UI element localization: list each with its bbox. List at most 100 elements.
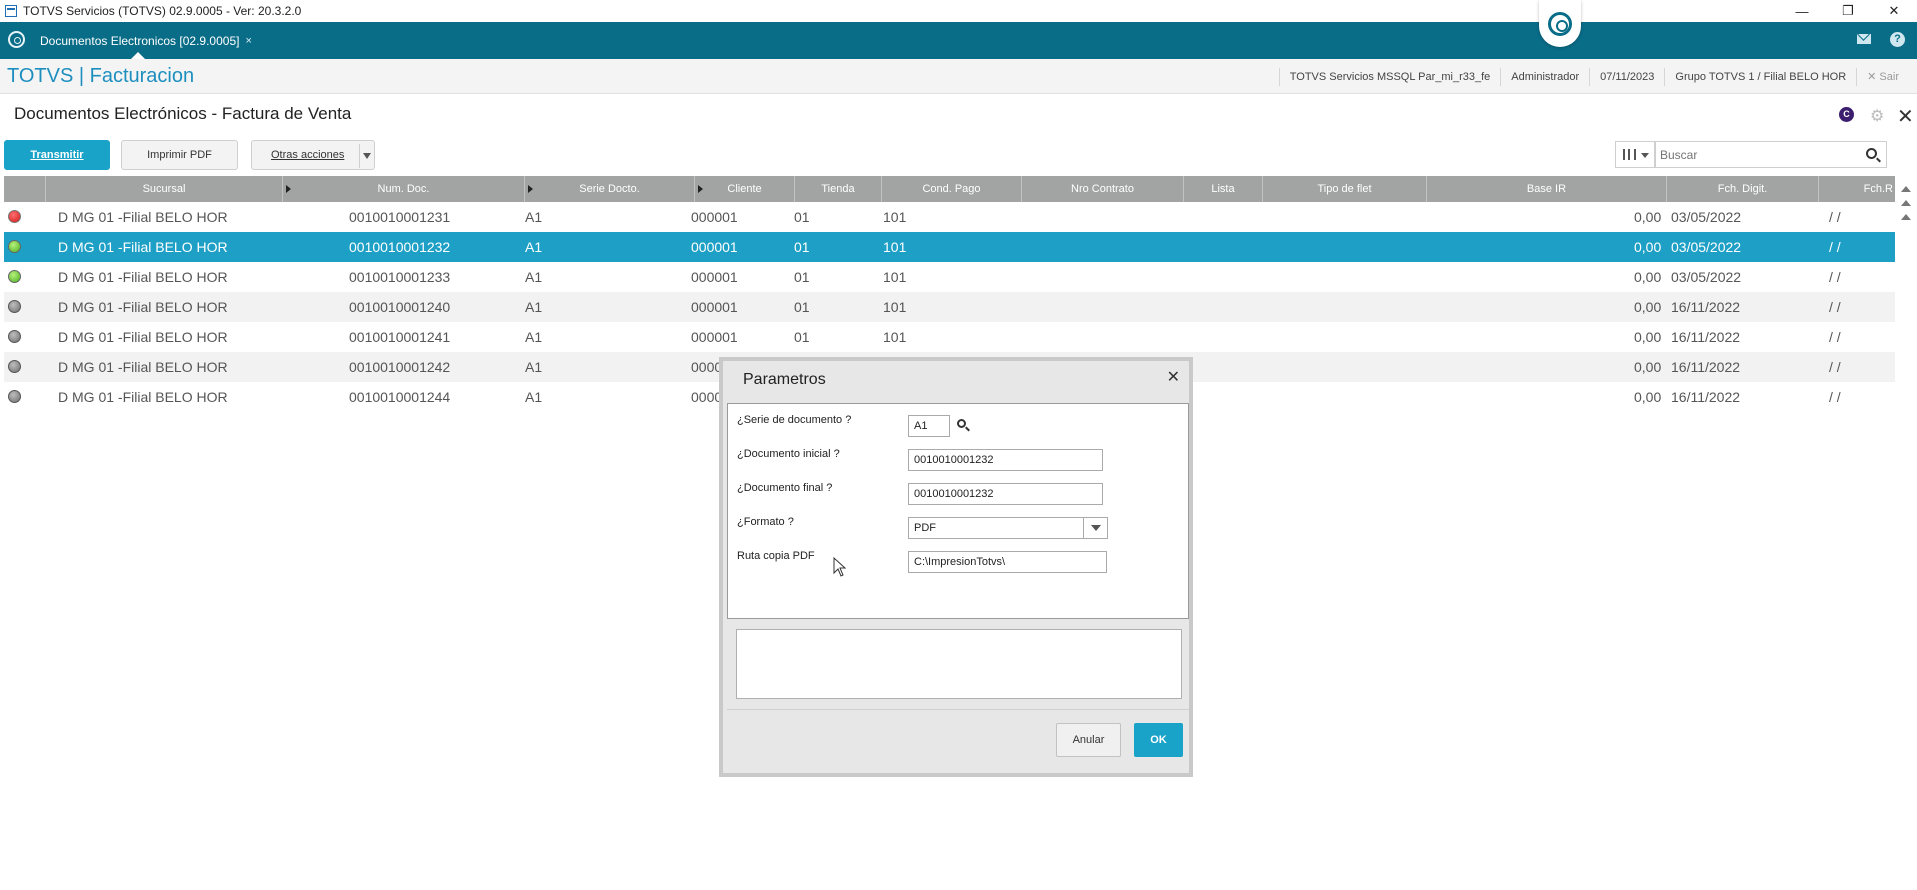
grid-scrollbar[interactable]: [1896, 176, 1917, 256]
column-header-cliente[interactable]: Cliente: [695, 176, 795, 202]
cell-fch-r: / /: [1829, 269, 1841, 285]
search-icon[interactable]: [1866, 148, 1877, 159]
restore-button[interactable]: ❐: [1825, 0, 1871, 22]
app-tabbar: Documentos Electronicos [02.9.0005] × ?: [0, 22, 1917, 59]
cell-cliente: 0000: [691, 359, 723, 375]
cell-fch-r: / /: [1829, 389, 1841, 405]
serie-field[interactable]: A1: [908, 415, 950, 437]
status-gray-icon: [8, 360, 21, 373]
anular-button[interactable]: Anular: [1056, 723, 1121, 757]
column-header-nro-contrato[interactable]: Nro Contrato: [1022, 176, 1184, 202]
cell-cliente: 000001: [691, 239, 738, 255]
column-header-base-ir[interactable]: Base IR: [1427, 176, 1667, 202]
minimize-button[interactable]: —: [1779, 0, 1825, 22]
column-header-tienda[interactable]: Tienda: [795, 176, 882, 202]
user-info: Administrador: [1500, 67, 1589, 86]
home-icon[interactable]: [8, 31, 25, 48]
chevron-down-icon[interactable]: [1083, 518, 1107, 538]
cell-sucursal: D MG 01 -Filial BELO HOR: [58, 239, 228, 255]
cell-cond-pago: 101: [883, 239, 907, 255]
page-actions: C ⚙ ✕: [1817, 104, 1917, 129]
cell-serie: A1: [525, 269, 543, 285]
chat-assistant-icon[interactable]: [1539, 0, 1581, 47]
c-badge-icon[interactable]: C: [1839, 107, 1854, 122]
cell-cliente: 000001: [691, 269, 738, 285]
chevron-down-icon: [363, 153, 371, 159]
ok-button[interactable]: OK: [1134, 723, 1183, 757]
scroll-up-small-icon[interactable]: [1901, 214, 1911, 220]
cell-sucursal: D MG 01 -Filial BELO HOR: [58, 209, 228, 225]
exit-button[interactable]: ✕ Sair: [1856, 67, 1917, 86]
dropdown-divider: [359, 144, 360, 168]
cell-serie: A1: [525, 299, 543, 315]
ruta-label: Ruta copia PDF: [737, 550, 815, 562]
transmitir-button[interactable]: Transmitir: [4, 140, 110, 170]
cell-tienda: 01: [794, 299, 810, 315]
cell-tienda: 01: [794, 329, 810, 345]
cell-cond-pago: 101: [883, 209, 907, 225]
doc-final-field[interactable]: 0010010001232: [908, 483, 1103, 505]
formato-label: ¿Formato ?: [737, 516, 794, 528]
mail-icon[interactable]: [1857, 34, 1871, 44]
parametros-dialog: Parametros ✕ ¿Serie de documento ? A1 ¿D…: [719, 357, 1193, 777]
close-page-icon[interactable]: ✕: [1897, 104, 1914, 129]
cell-base-ir: 0,00: [1634, 389, 1662, 405]
column-header-lista[interactable]: Lista: [1184, 176, 1263, 202]
table-row[interactable]: D MG 01 -Filial BELO HOR 0010010001233 A…: [4, 262, 1895, 292]
cell-base-ir: 0,00: [1634, 359, 1662, 375]
column-header-fch-r[interactable]: Fch.R: [1819, 176, 1895, 202]
cell-fch-r: / /: [1829, 299, 1841, 315]
tab-documentos-electronicos[interactable]: Documentos Electronicos [02.9.0005] ×: [34, 22, 266, 59]
table-row[interactable]: D MG 01 -Filial BELO HOR 0010010001241 A…: [4, 322, 1895, 352]
imprimir-pdf-button[interactable]: Imprimir PDF: [121, 140, 238, 170]
column-header-sucursal[interactable]: Sucursal: [46, 176, 283, 202]
table-row[interactable]: D MG 01 -Filial BELO HOR 0010010001231 A…: [4, 202, 1895, 232]
formato-select[interactable]: PDF: [908, 517, 1108, 539]
table-row-selected[interactable]: D MG 01 -Filial BELO HOR 0010010001232 A…: [4, 232, 1895, 262]
mouse-pointer-icon: [833, 557, 847, 577]
cell-cliente: 000001: [691, 329, 738, 345]
column-header-status[interactable]: [4, 176, 46, 202]
doc-final-label: ¿Documento final ?: [737, 482, 833, 494]
column-header-cond-pago[interactable]: Cond. Pago: [882, 176, 1022, 202]
cell-fch-digit: 16/11/2022: [1671, 329, 1741, 345]
cell-serie: A1: [525, 329, 543, 345]
column-header-serie[interactable]: Serie Docto.: [525, 176, 695, 202]
column-selector-button[interactable]: [1615, 141, 1655, 168]
cell-serie: A1: [525, 209, 543, 225]
dialog-close-icon[interactable]: ✕: [1167, 367, 1180, 387]
window-close-button[interactable]: ✕: [1871, 0, 1917, 22]
formato-value: PDF: [914, 522, 936, 534]
cell-cliente: 000001: [691, 299, 738, 315]
table-row[interactable]: D MG 01 -Filial BELO HOR 0010010001240 A…: [4, 292, 1895, 322]
status-gray-icon: [8, 390, 21, 403]
cell-fch-r: / /: [1829, 329, 1841, 345]
scroll-top-icon[interactable]: [1901, 186, 1911, 192]
scroll-up-icon[interactable]: [1901, 200, 1911, 206]
column-header-fch-digit[interactable]: Fch. Digit.: [1667, 176, 1819, 202]
ruta-field[interactable]: C:\ImpresionTotvs\: [908, 551, 1107, 573]
otras-acciones-button[interactable]: Otras acciones: [251, 140, 375, 170]
dialog-divider: [727, 709, 1189, 710]
cell-sucursal: D MG 01 -Filial BELO HOR: [58, 299, 228, 315]
otras-acciones-label: Otras acciones: [271, 149, 345, 161]
cell-serie: A1: [525, 239, 543, 255]
window-titlebar: TOTVS Servicios (TOTVS) 02.9.0005 - Ver:…: [0, 0, 1917, 22]
cell-sucursal: D MG 01 -Filial BELO HOR: [58, 359, 228, 375]
columns-icon: [1623, 149, 1636, 160]
cell-num-doc: 0010010001232: [349, 239, 451, 255]
serie-label: ¿Serie de documento ?: [737, 414, 852, 426]
cell-fch-r: / /: [1829, 239, 1841, 255]
search-input[interactable]: [1656, 142, 1846, 167]
help-icon[interactable]: ?: [1890, 32, 1905, 47]
grid-header: Sucursal Num. Doc. Serie Docto. Cliente …: [4, 176, 1895, 202]
tab-close-icon[interactable]: ×: [245, 35, 251, 47]
window-controls: — ❐ ✕: [1779, 0, 1917, 22]
column-header-num-doc[interactable]: Num. Doc.: [283, 176, 525, 202]
column-header-tipo-flet[interactable]: Tipo de flet: [1263, 176, 1427, 202]
server-info: TOTVS Servicios MSSQL Par_mi_r33_fe: [1278, 67, 1501, 86]
doc-inicial-field[interactable]: 0010010001232: [908, 449, 1103, 471]
search-icon[interactable]: [957, 419, 966, 428]
cell-tienda: 01: [794, 209, 810, 225]
gear-icon[interactable]: ⚙: [1870, 106, 1884, 126]
